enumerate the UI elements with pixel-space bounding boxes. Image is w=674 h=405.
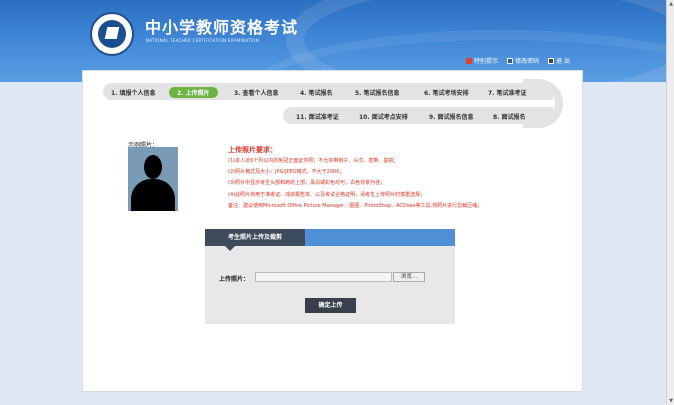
- person-silhouette-icon: [144, 155, 162, 179]
- requirement-item: (2)照片格式及大小：JPG/JPEG格式，不大于200K；: [228, 169, 345, 176]
- scroll-down-icon[interactable]: ▼: [668, 397, 674, 405]
- requirement-item: 备注：建议使用Microsoft Office Picture Manager、…: [228, 202, 483, 209]
- step-interview-register[interactable]: 8. 面试报名: [493, 112, 526, 121]
- change-password-label: 修改密码: [515, 58, 540, 65]
- step-written-register[interactable]: 4. 笔试报名: [300, 88, 333, 97]
- book-icon: [98, 20, 126, 48]
- step-interview-ticket[interactable]: 11. 面试准考证: [296, 112, 339, 121]
- upload-tab[interactable]: 考生照片上传及裁剪: [205, 229, 305, 251]
- step-written-ticket[interactable]: 7. 笔试准考证: [488, 88, 527, 97]
- main-panel: 1. 填报个人信息 2. 上传照片 3. 查看个人信息 4. 笔试报名 5. 笔…: [82, 70, 583, 392]
- page-scrollbar[interactable]: ▲ ▼: [666, 0, 674, 405]
- step-interview-site[interactable]: 10. 面试考点安排: [359, 112, 408, 121]
- requirement-item: (3)照片中显示考生头部和肩的上部；黑白或彩色均可，白色背景为佳；: [228, 180, 386, 187]
- browse-button[interactable]: 浏览...: [393, 272, 425, 282]
- silhouette-body: [131, 179, 175, 211]
- step-view-info[interactable]: 3. 查看个人信息: [234, 88, 279, 97]
- site-title: 中小学教师资格考试: [145, 18, 299, 37]
- requirement-item: (1)本人近6个月以内的免冠正面证件照；不允许带帽子、头巾、发带、墨镜；: [228, 158, 399, 164]
- header-links: 特别提示 修改密码 退 出: [466, 56, 570, 65]
- step-fill-info[interactable]: 1. 填报个人信息: [111, 88, 156, 97]
- logout-icon: [548, 57, 555, 64]
- submit-upload-button[interactable]: 确定上传: [305, 298, 356, 313]
- step-interview-info[interactable]: 9. 面试报名信息: [429, 112, 474, 121]
- requirements-title: 上传照片要求：: [228, 146, 277, 154]
- photo-upload-box: 考生照片上传及裁剪 上传照片： 浏览... 确定上传: [205, 229, 455, 324]
- notice-link-label: 特别提示: [474, 58, 499, 65]
- step-written-room[interactable]: 6. 笔试考场安排: [424, 88, 469, 97]
- notice-icon: [466, 57, 473, 64]
- requirement-item: (4)此照片将用于准考证、成绩报告单、以及考试合格证明，请考生上传照片时慎重选择…: [228, 191, 426, 198]
- step-upload-photo[interactable]: 2. 上传照片: [169, 86, 218, 98]
- notice-link[interactable]: 特别提示: [466, 56, 498, 65]
- file-path-input[interactable]: [255, 272, 392, 282]
- logout-link[interactable]: 退 出: [548, 56, 570, 65]
- site-subtitle: NATIONAL TEACHER CERTIFICATION EXAMINATI…: [146, 38, 260, 43]
- site-logo: [90, 12, 134, 56]
- change-password-link[interactable]: 修改密码: [507, 56, 539, 65]
- example-photo: [128, 147, 178, 211]
- password-icon: [507, 57, 514, 64]
- scroll-up-icon[interactable]: ▲: [668, 0, 674, 8]
- requirements-list: (1)本人近6个月以内的免冠正面证件照；不允许带帽子、头巾、发带、墨镜； (2)…: [228, 157, 482, 213]
- file-label: 上传照片：: [219, 276, 250, 283]
- step-written-info[interactable]: 5. 笔试报名信息: [355, 88, 400, 97]
- logout-label: 退 出: [556, 58, 570, 65]
